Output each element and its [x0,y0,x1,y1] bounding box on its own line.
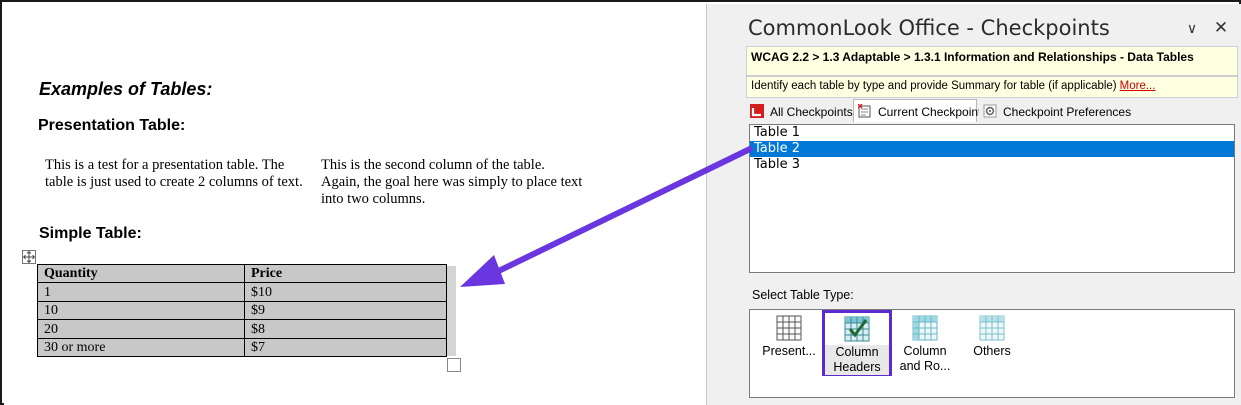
presentation-table-column-2: This is the second column of the table. … [321,157,583,207]
table-resize-handle-icon[interactable] [447,358,461,372]
heading-presentation-table: Presentation Table: [38,117,186,134]
table-type-label: Others [973,344,1011,358]
table-cell[interactable]: $8 [244,319,447,339]
tab-label: Checkpoint Preferences [1003,105,1132,119]
table-cell[interactable]: $9 [244,300,447,321]
table-type-label: Column Headers [825,345,889,375]
table-move-handle-icon[interactable] [22,250,36,264]
table-type-label-line2: and Ro... [899,359,951,373]
table-type-label-line2: Headers [833,360,881,374]
table-cell[interactable]: $10 [244,282,447,302]
heading-examples-of-tables: Examples of Tables: [39,79,213,99]
table-type-options: Present... Column Headers Column and Ro.… [749,309,1235,398]
collapse-chevron-icon[interactable]: ∨ [1182,18,1202,38]
table-listbox[interactable]: Table 1 Table 2 Table 3 [749,124,1235,273]
presentation-table-icon [776,315,802,341]
tab-all-checkpoints[interactable]: All Checkpoints [746,100,853,121]
checkpoint-description: Identify each table by type and provide … [746,76,1238,98]
column-headers-icon [844,316,870,342]
table-row: 30 or more $7 [37,337,447,357]
list-item-table-1[interactable]: Table 1 [750,125,1234,141]
tab-checkpoint-preferences[interactable]: Checkpoint Preferences [979,100,1131,121]
table-type-column-and-row-headers[interactable]: Column and Ro... [890,312,960,376]
checkpoint-description-text: Identify each table by type and provide … [751,80,1117,92]
document-canvas: Examples of Tables: Presentation Table: … [4,4,706,405]
table-type-label-line1: Column [835,345,879,359]
table-type-label: Present... [762,344,816,358]
table-cell[interactable]: 20 [37,319,245,339]
table-header-row: Quantity Price [37,263,447,284]
tab-label: All Checkpoints [770,105,853,119]
current-checkpoint-icon [857,103,872,118]
table-cell[interactable]: $7 [244,337,447,357]
screenshot-frame: Examples of Tables: Presentation Table: … [0,0,1241,405]
table-type-column-headers[interactable]: Column Headers [822,310,892,376]
table-type-others[interactable]: Others [957,312,1027,376]
panel-title: CommonLook Office - Checkpoints [748,16,1110,40]
all-checkpoints-icon [750,104,764,118]
header-cell-price[interactable]: Price [244,263,447,284]
table-cell[interactable]: 30 or more [37,337,245,357]
presentation-table-column-1: This is a test for a presentation table.… [45,157,303,190]
table-type-presentation[interactable]: Present... [754,312,824,376]
column-row-headers-icon [912,315,938,341]
list-item-table-2[interactable]: Table 2 [750,141,1234,157]
table-row: 1 $10 [37,282,447,302]
other-table-icon [979,315,1005,341]
list-item-table-3[interactable]: Table 3 [750,157,1234,173]
commonlook-checkpoints-panel: CommonLook Office - Checkpoints ∨ ✕ WCAG… [706,4,1241,405]
heading-simple-table: Simple Table: [39,225,142,242]
table-cell[interactable]: 1 [37,282,245,302]
simple-table[interactable]: Quantity Price 1 $10 10 $9 20 $8 30 or m… [37,263,447,357]
gear-icon [983,104,997,118]
table-type-label-line1: Column [903,344,947,358]
more-link[interactable]: More... [1120,80,1156,92]
table-cell[interactable]: 10 [37,300,245,321]
tab-label: Current Checkpoint [878,105,982,119]
table-row: 20 $8 [37,319,447,339]
close-icon[interactable]: ✕ [1211,18,1231,38]
tab-current-checkpoint[interactable]: Current Checkpoint [853,99,981,122]
header-cell-quantity[interactable]: Quantity [37,263,245,284]
table-type-label: Column and Ro... [890,344,960,374]
checkpoint-breadcrumb: WCAG 2.2 > 1.3 Adaptable > 1.3.1 Informa… [746,46,1238,76]
table-row: 10 $9 [37,300,447,321]
table-end-of-row-markers [447,266,456,356]
select-table-type-label: Select Table Type: [752,288,854,302]
